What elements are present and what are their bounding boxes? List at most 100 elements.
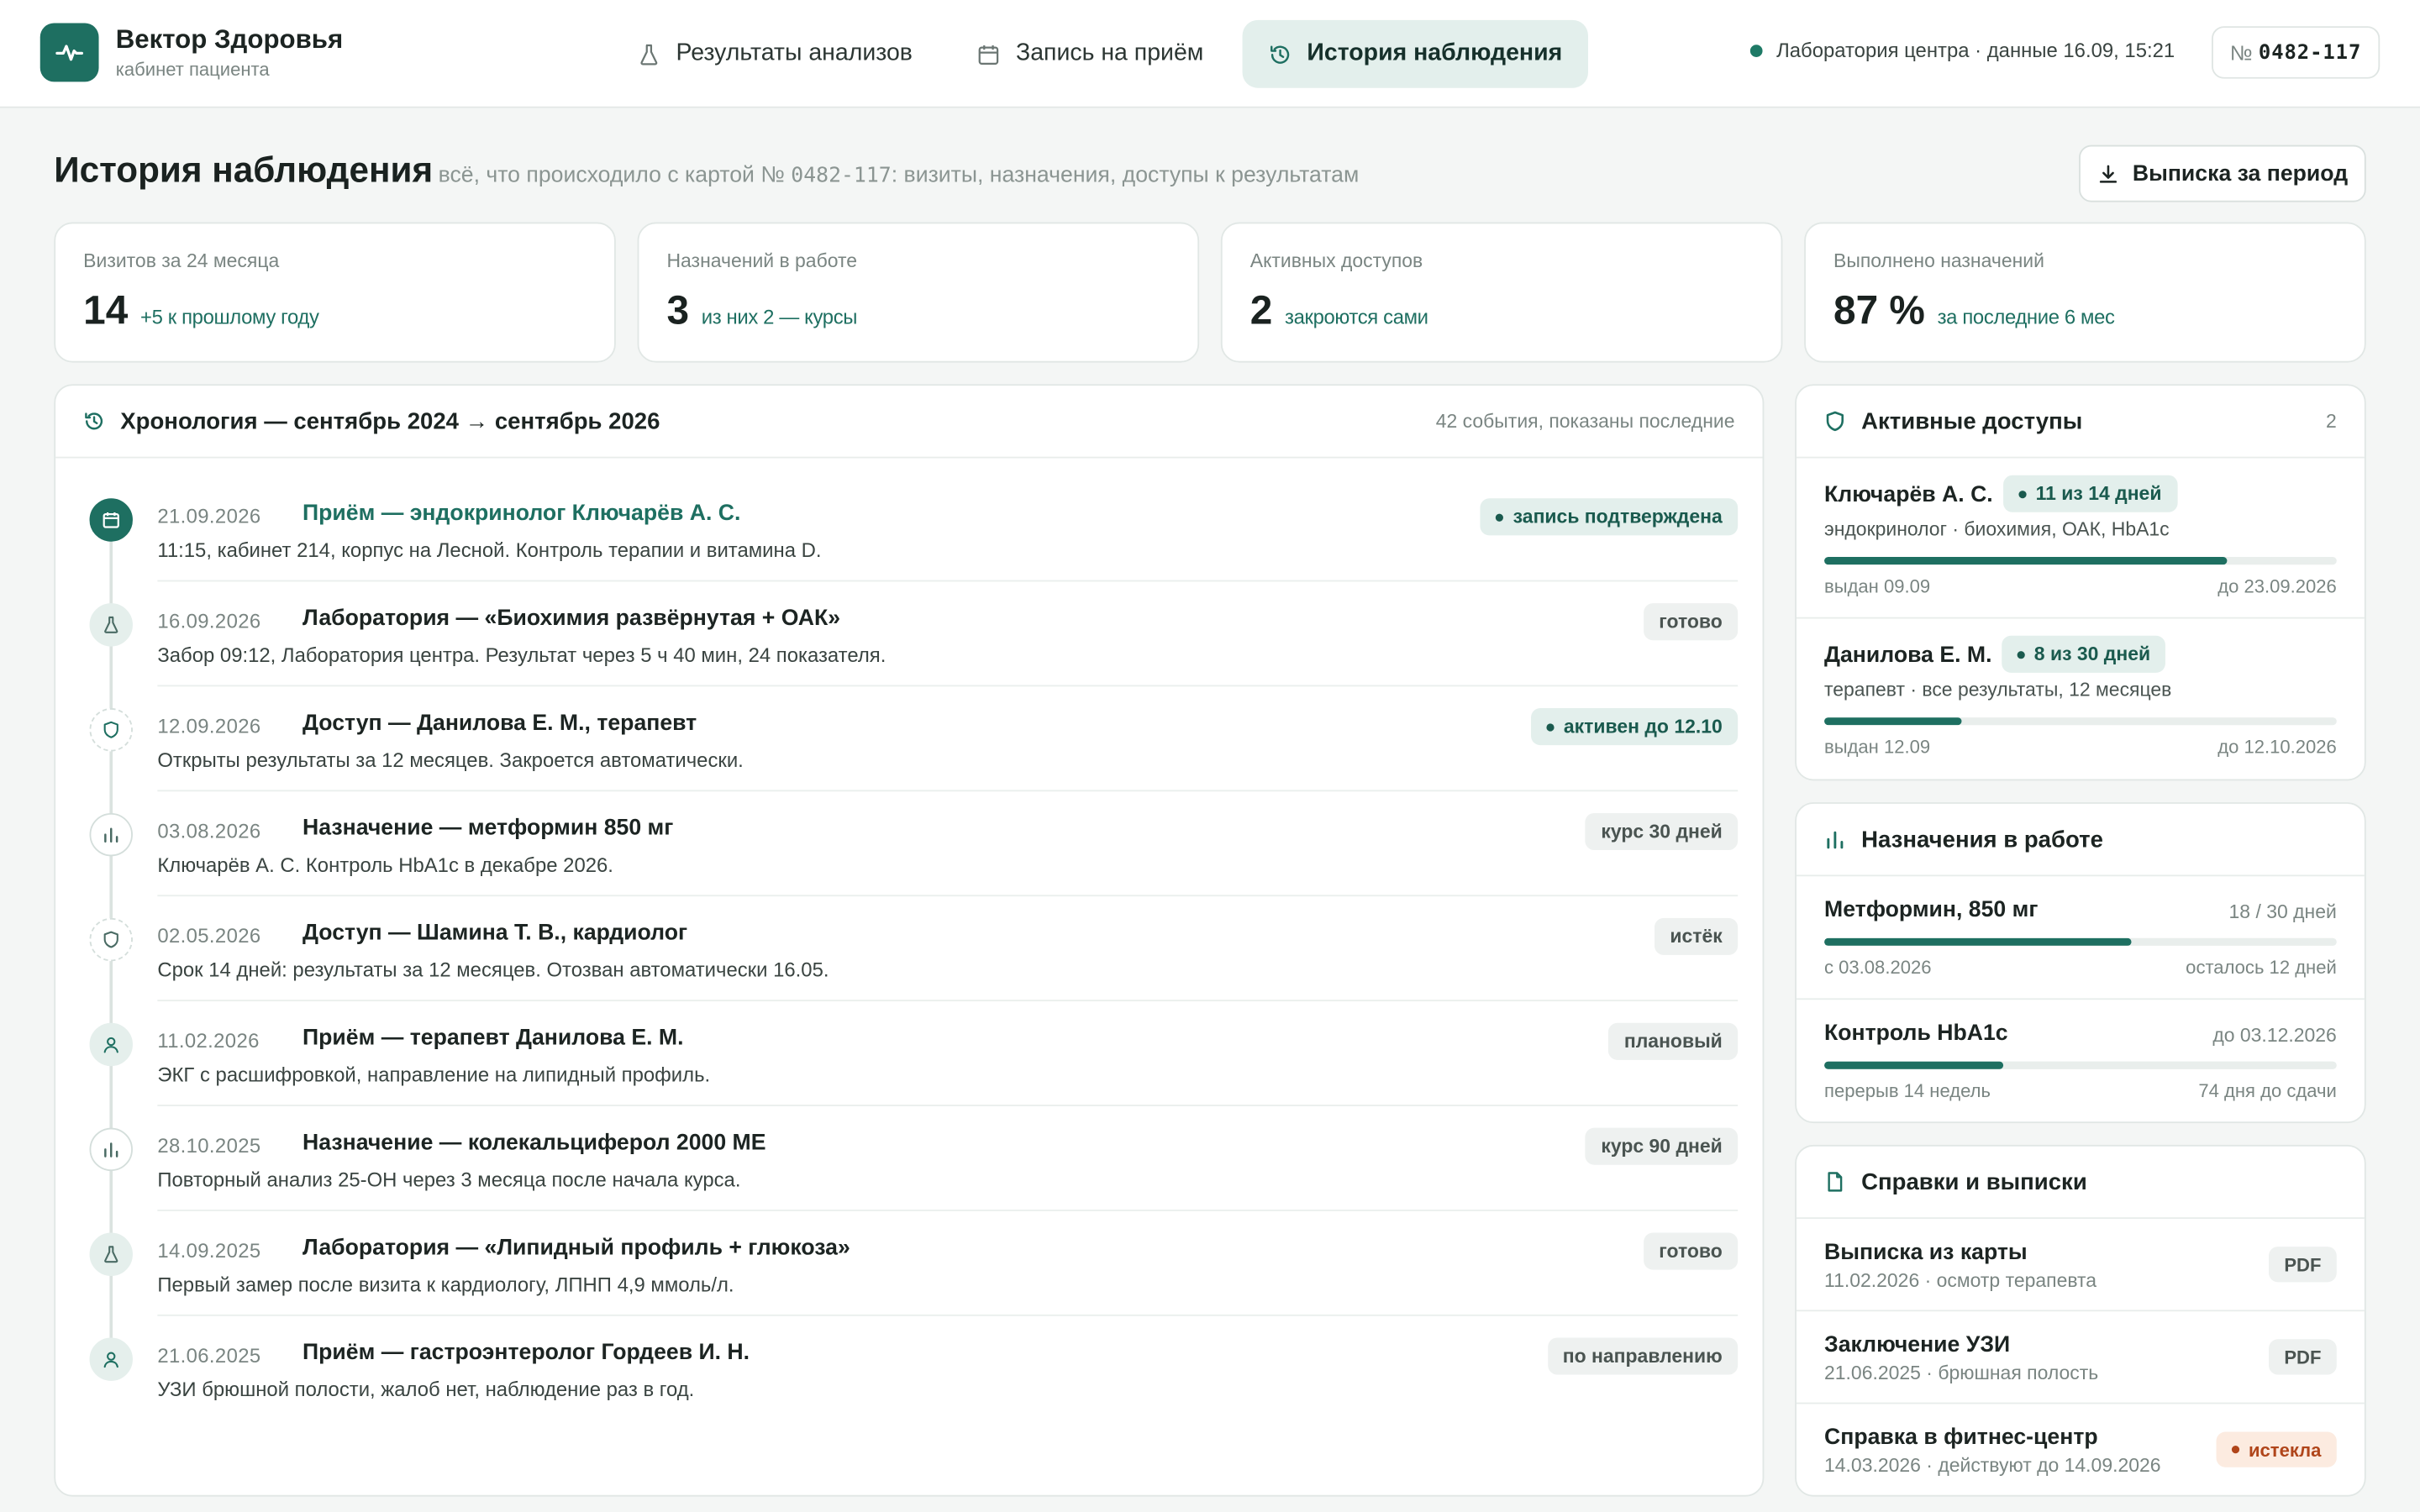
- timeline-event[interactable]: 12.09.2026 Доступ — Данилова Е. М., тера…: [55, 686, 1762, 792]
- timeline-event[interactable]: 03.08.2026 Назначение — метформин 850 мг…: [55, 791, 1762, 897]
- stat-value: 3: [666, 286, 690, 333]
- prescription-progress-fill: [1824, 1061, 2004, 1069]
- chart-icon: [89, 812, 133, 857]
- access-item[interactable]: Ключарёв А. С. 11 из 14 дней эндокриноло…: [1796, 459, 2365, 619]
- event-description: ЭКГ с расшифровкой, направление на липид…: [157, 1063, 711, 1087]
- event-description: УЗИ брюшной полости, жалоб нет, наблюден…: [157, 1378, 695, 1401]
- person-icon: [89, 1337, 133, 1381]
- document-item[interactable]: Справка в фитнес-центр 14.03.2026 · дейс…: [1797, 1404, 2365, 1494]
- download-icon: [2099, 164, 2117, 182]
- timeline-event[interactable]: 14.09.2025 Лаборатория — «Липидный профи…: [55, 1211, 1762, 1316]
- prescription-start: перерыв 14 недель: [1824, 1079, 1991, 1102]
- prescription-item[interactable]: Контроль HbA1c до 03.12.2026 перерыв 14 …: [1797, 1000, 2365, 1121]
- prescription-progress-bar: [1824, 1061, 2337, 1069]
- top-bar: Вектор Здоровья кабинет пациента Результ…: [0, 0, 2420, 108]
- event-title[interactable]: Лаборатория — «Липидный профиль + глюкоз…: [302, 1236, 850, 1260]
- timeline-event[interactable]: 16.09.2026 Лаборатория — «Биохимия развё…: [55, 581, 1762, 687]
- status-badge-label: плановый: [1623, 1030, 1723, 1053]
- page-subtitle-end: : визиты, назначения, доступы к результа…: [891, 163, 1360, 189]
- event-title[interactable]: Приём — гастроэнтеролог Гордеев И. Н.: [302, 1341, 750, 1365]
- prescription-name: Контроль HbA1c: [1824, 1021, 2008, 1047]
- prescription-item[interactable]: Метформин, 850 мг 18 / 30 дней с 03.08.2…: [1796, 876, 2365, 1000]
- access-count: 2: [2326, 410, 2337, 433]
- export-period-button[interactable]: Выписка за период: [2079, 144, 2366, 202]
- tab-results[interactable]: Результаты анализов: [611, 20, 939, 88]
- event-title[interactable]: Доступ — Шамина Т. В., кардиолог: [302, 921, 687, 946]
- chart-icon: [89, 1127, 133, 1172]
- stat-note: за последние 6 мес: [1937, 305, 2115, 329]
- history-icon: [1270, 45, 1289, 63]
- event-title[interactable]: Назначение — метформин 850 мг: [302, 816, 673, 841]
- access-title: Активные доступы: [1861, 407, 2083, 435]
- event-title[interactable]: Доступ — Данилова Е. М., терапевт: [302, 711, 697, 736]
- card-number-badge[interactable]: № 0482-117: [2212, 26, 2381, 79]
- timeline-title: Хронология — сентябрь 2024 → сентябрь 20…: [120, 407, 660, 435]
- tab-history[interactable]: История наблюдения: [1242, 19, 1589, 88]
- main-nav: Результаты анализов Запись на приём Исто…: [611, 19, 1589, 88]
- page-title: История наблюдения: [54, 150, 434, 190]
- badge-dot-icon: [1546, 722, 1555, 731]
- prescriptions-panel: Назначения в работе Метформин, 850 мг 18…: [1795, 802, 2366, 1124]
- stat-note: закроются сами: [1285, 305, 1428, 329]
- brand[interactable]: Вектор Здоровья кабинет пациента: [39, 23, 344, 82]
- document-name: Справка в фитнес-центр: [1824, 1425, 2098, 1451]
- event-date: 21.06.2025: [157, 1343, 261, 1368]
- document-name: Заключение УЗИ: [1824, 1332, 2011, 1358]
- chart-icon: [1827, 831, 1844, 849]
- timeline-event[interactable]: 21.09.2026 Приём — эндокринолог Ключарёв…: [55, 477, 1762, 582]
- event-description: Повторный анализ 25-ОН через 3 месяца по…: [157, 1168, 741, 1191]
- status-badge: курс 90 дней: [1586, 1127, 1739, 1165]
- stat-card-completed: Выполнено назначений 87 % за последние 6 …: [1804, 222, 2366, 363]
- timeline-event[interactable]: 11.02.2026 Приём — терапевт Данилова Е. …: [55, 1001, 1762, 1106]
- pdf-badge[interactable]: PDF: [2268, 1339, 2337, 1375]
- access-header: Активные доступы 2: [1796, 386, 2365, 459]
- event-title[interactable]: Приём — эндокринолог Ключарёв А. С.: [302, 501, 740, 526]
- status-badge: курс 30 дней: [1586, 812, 1739, 851]
- app-page: Вектор Здоровья кабинет пациента Результ…: [0, 0, 2420, 1512]
- timeline-event[interactable]: 02.05.2026 Доступ — Шамина Т. В., кардио…: [55, 896, 1762, 1002]
- access-expires: до 23.09.2026: [2217, 575, 2337, 597]
- status-badge-label: готово: [1659, 611, 1723, 633]
- prescription-status: 18 / 30 дней: [2228, 900, 2337, 923]
- access-item[interactable]: Данилова Е. М. 8 из 30 дней терапевт · в…: [1797, 619, 2365, 780]
- status-badge: истёк: [1655, 917, 1739, 955]
- status-badge: плановый: [1608, 1022, 1739, 1060]
- document-name: Выписка из карты: [1824, 1240, 2028, 1266]
- event-title[interactable]: Приём — терапевт Данилова Е. М.: [302, 1026, 684, 1050]
- event-date: 28.10.2025: [157, 1133, 261, 1158]
- event-description: Ключарёв А. С. Контроль HbA1c в декабре …: [157, 853, 613, 877]
- timeline-event[interactable]: 28.10.2025 Назначение — колекальциферол …: [55, 1106, 1762, 1211]
- prescription-progress-fill: [1824, 937, 2132, 946]
- status-dot-icon: [1749, 44, 1763, 57]
- document-item[interactable]: Выписка из карты 11.02.2026 · осмотр тер…: [1796, 1219, 2365, 1312]
- document-item[interactable]: Заключение УЗИ 21.06.2025 · брюшная поло…: [1796, 1311, 2365, 1404]
- pdf-badge[interactable]: PDF: [2268, 1247, 2337, 1283]
- status-badge-label: по направлению: [1562, 1345, 1723, 1368]
- access-days-label: 8 из 30 дней: [2033, 643, 2151, 665]
- event-title[interactable]: Назначение — колекальциферол 2000 МЕ: [302, 1131, 766, 1155]
- prescription-progress-bar: [1824, 937, 2337, 946]
- access-progress-bar: [1824, 557, 2337, 565]
- access-issued: выдан 12.09: [1824, 736, 1931, 758]
- tab-history-label: История наблюдения: [1307, 39, 1563, 66]
- stat-note: из них 2 — курсы: [701, 305, 858, 329]
- event-description: 11:15, кабинет 214, корпус на Лесной. Ко…: [157, 538, 822, 562]
- prescription-name: Метформин, 850 мг: [1824, 897, 2039, 923]
- stat-value: 14: [83, 286, 129, 333]
- status-badge-label: запись подтверждена: [1512, 506, 1723, 528]
- page-subtitle-card: 0482-117: [791, 163, 892, 189]
- status-badge: готово: [1643, 1232, 1739, 1270]
- shield-icon: [1826, 411, 1844, 432]
- page-subtitle-start: всё, что происходило с картой №: [438, 163, 792, 189]
- calendar-icon: [979, 45, 999, 65]
- pdf-badge-label: PDF: [2284, 1346, 2322, 1368]
- access-progress-bar: [1824, 717, 2337, 726]
- sync-status-text: Лаборатория центра · данные 16.09, 15:21: [1776, 38, 2175, 62]
- tab-appointment[interactable]: Запись на приём: [951, 20, 1230, 88]
- access-scope: эндокринолог · биохимия, ОАК, HbA1c: [1824, 518, 2170, 540]
- brand-name: Вектор Здоровья: [115, 24, 344, 54]
- event-description: Первый замер после визита к кардиологу, …: [157, 1273, 734, 1296]
- event-title[interactable]: Лаборатория — «Биохимия развёрнутая + ОА…: [302, 606, 840, 631]
- timeline-event[interactable]: 21.06.2025 Приём — гастроэнтеролог Горде…: [55, 1316, 1762, 1421]
- document-icon: [1828, 1172, 1843, 1192]
